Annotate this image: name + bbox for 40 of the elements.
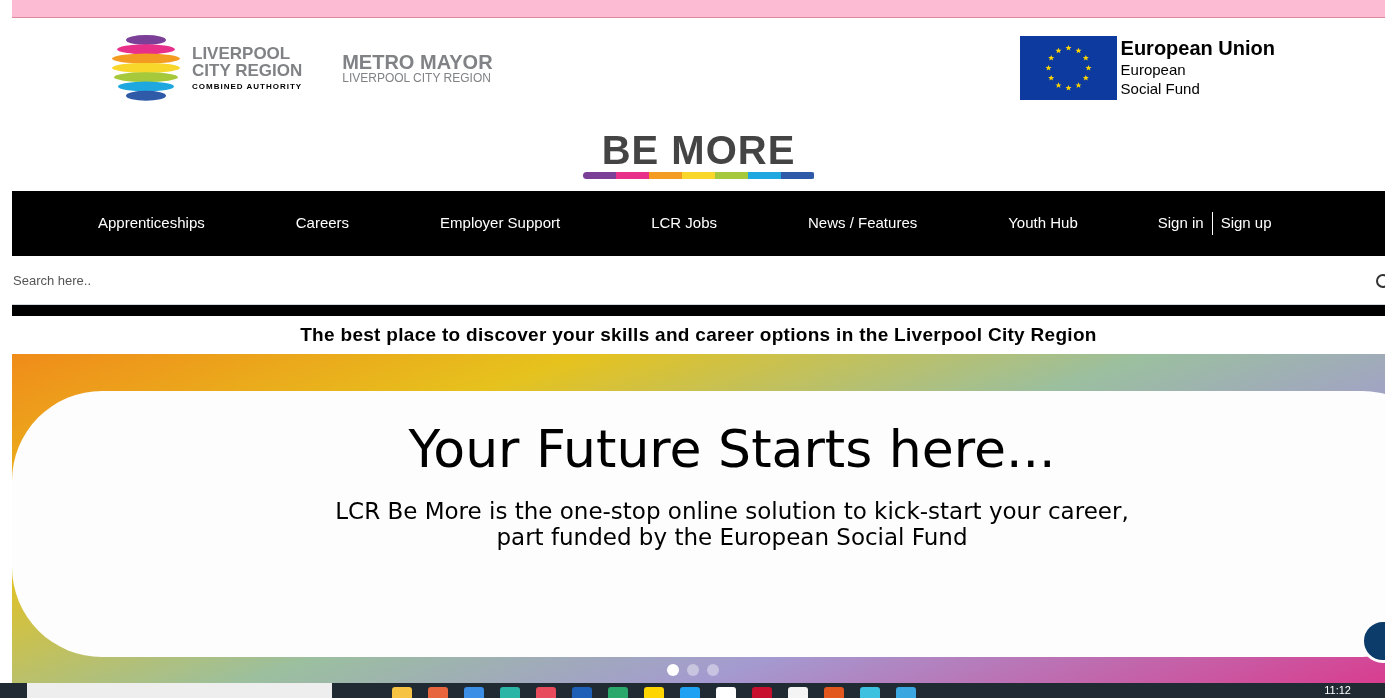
nav-link[interactable]: Employer Support	[440, 212, 561, 235]
hero-subtitle: LCR Be More is the one-stop online solution to kick-start your career, part funded by the European Social Fund	[335, 498, 1129, 551]
logo-subtext: LIVERPOOL CITY REGION	[342, 72, 492, 84]
taskbar-app-icon[interactable]	[428, 687, 448, 698]
taskbar-app-icon[interactable]	[824, 687, 844, 698]
nav-link[interactable]: News / Features	[808, 212, 918, 235]
striped-globe-icon	[112, 35, 180, 101]
taskbar-app-icon[interactable]	[896, 687, 916, 698]
brand-logo-text[interactable]: BE MORE	[601, 130, 796, 170]
logo-subtext: COMBINED AUTHORITY	[192, 83, 303, 91]
logo-text: LIVERPOOL	[192, 45, 292, 62]
eu-subtitle: Social Fund	[1120, 79, 1201, 99]
taskbar-app-icon[interactable]	[536, 687, 556, 698]
search-field[interactable]: Search here..	[12, 271, 1375, 291]
taskbar-app-icon[interactable]	[860, 687, 880, 698]
nav-link[interactable]: Careers	[295, 212, 350, 235]
taskbar-search-field[interactable]	[27, 683, 332, 698]
eu-title: European Union	[1120, 36, 1275, 61]
taskbar-app-icon[interactable]	[464, 687, 484, 698]
eu-subtitle: European	[1120, 61, 1187, 80]
nav-link[interactable]: Youth Hub	[1008, 212, 1078, 235]
taskbar-app-icon[interactable]	[788, 687, 808, 698]
logo-text: CITY REGION	[192, 62, 303, 79]
taskbar-app-icon[interactable]	[680, 687, 700, 698]
taskbar-app-icon[interactable]	[644, 687, 664, 698]
taskbar-app-icon[interactable]	[752, 687, 772, 698]
taskbar-app-icon[interactable]	[500, 687, 520, 698]
tagline: The best place to discover your skills and career options in the Liverpool City Region	[300, 322, 1097, 347]
nav-link[interactable]: LCR Jobs	[651, 212, 717, 235]
hero-title: Your Future Starts here...	[408, 418, 1056, 481]
sign-in-link[interactable]: Sign in	[1157, 212, 1213, 235]
sign-up-link[interactable]: Sign up	[1212, 212, 1272, 235]
taskbar-app-icon[interactable]	[608, 687, 628, 698]
logo-text: METRO MAYOR	[342, 52, 493, 72]
taskbar-app-icon[interactable]	[392, 687, 412, 698]
eu-flag-icon	[1019, 36, 1117, 100]
taskbar-app-icon[interactable]	[572, 687, 592, 698]
taskbar-app-icon[interactable]	[716, 687, 736, 698]
taskbar-clock: 11:12	[1324, 685, 1351, 696]
nav-link[interactable]: Apprenticeships	[98, 212, 205, 235]
